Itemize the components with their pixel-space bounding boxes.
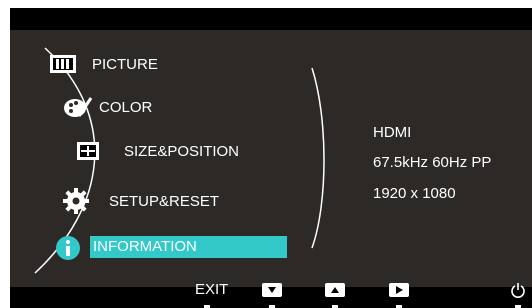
menu-item-size-position[interactable]: SIZE&POSITION — [76, 141, 239, 161]
menu-item-label: SETUP&RESET — [109, 192, 220, 210]
menu-item-label: COLOR — [99, 98, 153, 116]
menu-item-label: SIZE&POSITION — [124, 142, 240, 160]
menu-item-picture[interactable]: PICTURE — [48, 53, 158, 75]
menu-item-label: INFORMATION — [93, 238, 197, 255]
color-palette-icon — [64, 97, 93, 117]
up-button[interactable] — [325, 283, 345, 297]
menu-item-setup-reset[interactable]: SETUP&RESET — [63, 188, 219, 214]
info-resolution: 1920 x 1080 — [373, 185, 456, 202]
menu-item-color[interactable]: COLOR — [63, 94, 152, 120]
power-icon[interactable] — [510, 282, 526, 298]
osd-screen: PICTURE COLOR SIZE&POSITION SETUP&RESET … — [10, 8, 532, 308]
down-button[interactable] — [262, 283, 282, 297]
down-arrow-icon — [268, 287, 276, 293]
info-source: HDMI — [373, 124, 412, 141]
right-arrow-icon — [396, 286, 403, 294]
up-arrow-icon — [331, 287, 339, 293]
info-frequency: 67.5kHz 60Hz PP — [373, 154, 492, 171]
size-position-icon — [77, 142, 99, 160]
menu-item-information[interactable]: INFORMATION — [90, 236, 287, 258]
exit-label: EXIT — [195, 281, 229, 298]
enter-button[interactable] — [389, 283, 409, 297]
info-icon — [56, 236, 80, 260]
picture-icon — [50, 55, 76, 73]
menu-item-label: PICTURE — [92, 55, 158, 73]
gear-icon — [63, 188, 89, 214]
